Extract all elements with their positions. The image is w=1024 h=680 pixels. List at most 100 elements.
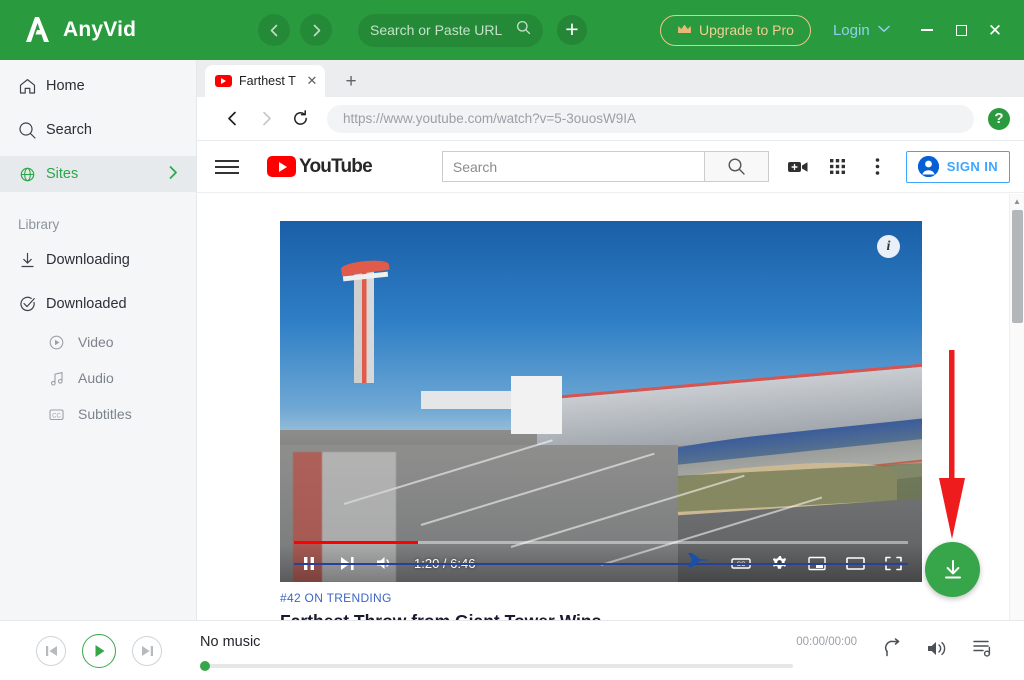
- url-search-input[interactable]: Search or Paste URL: [358, 13, 543, 47]
- music-transport-controls: [36, 633, 162, 668]
- video-camera-plus-icon[interactable]: [778, 159, 818, 175]
- login-menu[interactable]: Login: [833, 22, 890, 39]
- svg-text:CC: CC: [52, 413, 61, 419]
- sidebar-item-downloaded[interactable]: Downloaded: [0, 286, 196, 322]
- search-icon: [18, 121, 46, 140]
- new-tab-button[interactable]: +: [339, 70, 363, 94]
- page-scrollbar[interactable]: ▲ ▼: [1009, 194, 1024, 680]
- sidebar-item-subtitles[interactable]: CC Subtitles: [0, 398, 196, 430]
- music-player-bar: No music 00:00/00:00: [0, 620, 1024, 680]
- youtube-signin-button[interactable]: SIGN IN: [905, 150, 1010, 183]
- red-down-arrow-annotation: [938, 350, 966, 540]
- address-url-text: https://www.youtube.com/watch?v=5-3ouosW…: [343, 111, 637, 126]
- three-dots-vertical-icon[interactable]: [858, 157, 898, 176]
- app-back-button[interactable]: [258, 14, 290, 46]
- youtube-favicon: [215, 75, 232, 87]
- sidebar-item-label: Search: [46, 122, 92, 138]
- youtube-search-placeholder: Search: [452, 158, 498, 175]
- next-track-icon[interactable]: [132, 635, 162, 666]
- address-url-field[interactable]: https://www.youtube.com/watch?v=5-3ouosW…: [327, 104, 974, 133]
- annotation-underline: [294, 563, 908, 565]
- play-circle-icon: [48, 334, 78, 351]
- sidebar-item-label: Subtitles: [78, 406, 132, 422]
- playlist-icon[interactable]: [972, 638, 992, 663]
- help-icon[interactable]: ?: [988, 107, 1010, 130]
- apps-grid-icon[interactable]: [818, 158, 858, 175]
- download-icon: [18, 251, 46, 270]
- sidebar-item-label: Downloaded: [46, 296, 127, 312]
- app-forward-button[interactable]: [300, 14, 332, 46]
- sidebar-item-label: Downloading: [46, 252, 130, 268]
- browser-back-button[interactable]: [215, 102, 249, 136]
- repeat-icon[interactable]: [883, 638, 903, 663]
- sidebar-item-search[interactable]: Search: [0, 112, 196, 148]
- scrollbar-thumb[interactable]: [1012, 210, 1023, 323]
- add-tab-button[interactable]: +: [557, 15, 587, 45]
- crown-icon: [677, 23, 692, 38]
- help-label: ?: [994, 110, 1004, 127]
- sidebar-item-sites[interactable]: Sites: [0, 156, 196, 192]
- info-icon[interactable]: i: [877, 235, 900, 258]
- youtube-logo-text: YouTube: [299, 155, 373, 177]
- video-frame-building-row: [421, 390, 524, 409]
- youtube-search-input[interactable]: Search: [441, 151, 704, 182]
- window-controls: ✕: [910, 15, 1012, 45]
- brand-name: AnyVid: [63, 18, 137, 41]
- sidebar-library-heading: Library: [18, 216, 60, 232]
- chevron-down-icon: [877, 24, 890, 36]
- sidebar-item-home[interactable]: Home: [0, 68, 196, 104]
- youtube-search-button[interactable]: [703, 151, 769, 182]
- music-progress-bar[interactable]: [200, 660, 793, 671]
- browser-tab-farthest[interactable]: Farthest T ✕: [205, 65, 325, 97]
- video-player[interactable]: i 1:20 / 6:46: [280, 221, 922, 582]
- close-icon[interactable]: ✕: [305, 73, 319, 89]
- anyvid-app-window: AnyVid Search or Paste URL + Upgrade to …: [0, 0, 1024, 680]
- sidebar-item-video[interactable]: Video: [0, 326, 196, 358]
- music-time: 00:00/00:00: [796, 635, 857, 648]
- account-circle-icon: [917, 156, 939, 177]
- volume-icon[interactable]: [927, 639, 948, 663]
- brand: AnyVid: [20, 14, 210, 46]
- sidebar-item-label: Video: [78, 334, 114, 350]
- login-label: Login: [832, 21, 870, 39]
- download-button[interactable]: [925, 542, 980, 597]
- close-icon[interactable]: ✕: [978, 15, 1012, 45]
- video-frame-building: [511, 376, 563, 434]
- upgrade-label: Upgrade to Pro: [699, 22, 794, 38]
- youtube-page: YouTube Search SIGN IN i CC #42 ON TREND…: [197, 141, 1024, 620]
- music-title: No music: [200, 633, 261, 650]
- minimize-icon[interactable]: [910, 15, 944, 45]
- search-icon[interactable]: [516, 20, 531, 40]
- sidebar-item-label: Audio: [78, 370, 114, 386]
- url-search-placeholder: Search or Paste URL: [370, 22, 503, 38]
- signin-label: SIGN IN: [946, 159, 998, 174]
- music-info: No music 00:00/00:00: [200, 633, 857, 671]
- blue-arrow-cursor-icon: [678, 550, 712, 574]
- scroll-up-arrow-icon[interactable]: ▲: [1010, 194, 1024, 209]
- previous-track-icon[interactable]: [36, 635, 66, 666]
- play-icon[interactable]: [82, 633, 116, 668]
- video-meta: #42 ON TRENDING Farthest Throw from Gian…: [280, 591, 601, 620]
- sidebar: Home Search Sites Library Downloading Do…: [0, 60, 197, 620]
- browser-forward-button[interactable]: [249, 102, 283, 136]
- home-icon: [18, 77, 46, 96]
- tab-strip: Farthest T ✕ +: [197, 60, 1024, 97]
- maximize-icon[interactable]: [944, 15, 978, 45]
- upgrade-to-pro-button[interactable]: Upgrade to Pro: [660, 14, 811, 46]
- trending-badge: #42 ON TRENDING: [280, 591, 392, 605]
- embedded-browser: Farthest T ✕ + https://www.youtube.com/w…: [197, 60, 1024, 680]
- music-progress-handle[interactable]: [200, 660, 210, 671]
- video-frame-observation-tower: [353, 267, 375, 384]
- hamburger-menu-icon[interactable]: [215, 159, 239, 174]
- reload-icon[interactable]: [283, 102, 317, 136]
- sidebar-item-audio[interactable]: Audio: [0, 362, 196, 394]
- sidebar-item-label: Sites: [46, 166, 79, 182]
- youtube-header: YouTube Search SIGN IN: [197, 141, 1024, 193]
- title-bar: AnyVid Search or Paste URL + Upgrade to …: [0, 0, 1024, 60]
- youtube-logo[interactable]: YouTube: [267, 155, 373, 178]
- youtube-play-icon: [267, 156, 296, 177]
- music-note-icon: [48, 370, 78, 387]
- check-circle-icon: [18, 295, 46, 314]
- anyvid-logo-icon: [20, 14, 52, 46]
- sidebar-item-downloading[interactable]: Downloading: [0, 242, 196, 278]
